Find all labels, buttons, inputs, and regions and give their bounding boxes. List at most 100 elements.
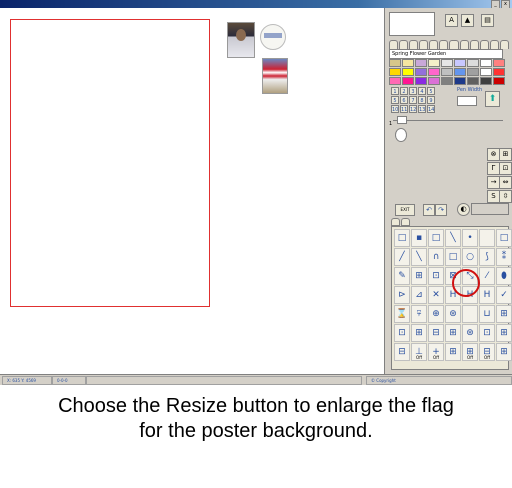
tool-button-27[interactable]: ✓: [496, 286, 512, 304]
redo-icon[interactable]: ↷: [435, 204, 447, 216]
tool-button-7[interactable]: ╱: [394, 248, 410, 266]
bulb-icon[interactable]: [395, 128, 407, 142]
tool-button-1[interactable]: ▪: [411, 229, 427, 247]
copy-icon[interactable]: ⊡: [499, 162, 512, 175]
plus-icon[interactable]: ⇳: [499, 190, 512, 203]
color-swatch[interactable]: [415, 68, 427, 76]
tool-button-37[interactable]: ⊟: [428, 324, 444, 342]
color-swatch[interactable]: [454, 59, 466, 67]
stamp-icon[interactable]: ⊞: [499, 148, 512, 161]
pen-size-button[interactable]: 8: [418, 96, 426, 104]
tool-button-48[interactable]: ⊞: [496, 343, 512, 361]
pen-size-button[interactable]: 4: [418, 87, 426, 95]
color-swatch[interactable]: [493, 77, 505, 85]
color-palette[interactable]: [389, 59, 509, 85]
color-swatch[interactable]: [493, 68, 505, 76]
color-swatch[interactable]: [428, 68, 440, 76]
pen-size-button[interactable]: 12: [409, 105, 417, 113]
poster-page[interactable]: [10, 19, 210, 307]
tool-button-9[interactable]: ∩: [428, 248, 444, 266]
color-swatch[interactable]: [467, 59, 479, 67]
tool-button-35[interactable]: ⊡: [394, 324, 410, 342]
pen-size-button[interactable]: 5: [391, 96, 399, 104]
pen-width-select[interactable]: [457, 96, 477, 106]
pen-size-button[interactable]: 1: [391, 87, 399, 95]
color-swatch[interactable]: [389, 59, 401, 67]
tool-button-41[interactable]: ⊞: [496, 324, 512, 342]
text-icon[interactable]: A: [445, 14, 458, 27]
tool-button-38[interactable]: ⊞: [445, 324, 461, 342]
flip-icon[interactable]: ⇔: [499, 176, 512, 189]
tool-button-19[interactable]: ⁄: [479, 267, 495, 285]
pen-size-button[interactable]: 14: [427, 105, 435, 113]
color-swatch[interactable]: [402, 68, 414, 76]
tool-button-4[interactable]: •: [462, 229, 478, 247]
color-swatch[interactable]: [480, 68, 492, 76]
color-swatch[interactable]: [428, 59, 440, 67]
palette-tabs[interactable]: [389, 40, 509, 49]
tool-button-40[interactable]: ⊡: [479, 324, 495, 342]
tool-button-0[interactable]: □: [394, 229, 410, 247]
color-swatch[interactable]: [441, 77, 453, 85]
color-swatch[interactable]: [402, 59, 414, 67]
tool-tabs[interactable]: [391, 218, 410, 226]
tool-button-10[interactable]: □: [445, 248, 461, 266]
color-swatch[interactable]: [389, 68, 401, 76]
tool-button-23[interactable]: ✕: [428, 286, 444, 304]
color-swatch[interactable]: [402, 77, 414, 85]
baseball-player-clipart[interactable]: [227, 22, 255, 58]
tool-button-13[interactable]: ⁑: [496, 248, 512, 266]
print-icon[interactable]: ▤: [481, 14, 494, 27]
pen-size-button[interactable]: 3: [409, 87, 417, 95]
tool-button-22[interactable]: ⊿: [411, 286, 427, 304]
tool-button-20[interactable]: ⬮: [496, 267, 512, 285]
pen-size-button[interactable]: 5: [427, 87, 435, 95]
pen-size-button[interactable]: 7: [409, 96, 417, 104]
tool-button-11[interactable]: ○: [462, 248, 478, 266]
pen-size-grid[interactable]: 1 2 3 4 5 5 6 7 8 9 10 11 12 13 14: [391, 87, 435, 113]
tool-button-32[interactable]: [462, 305, 478, 323]
color-swatch[interactable]: [467, 68, 479, 76]
tool-button-47[interactable]: ⊟ Off: [479, 343, 495, 361]
undo-icon[interactable]: ↶: [423, 204, 435, 216]
pen-size-button[interactable]: 10: [391, 105, 399, 113]
opacity-slider-track[interactable]: [393, 120, 503, 127]
tool-button-12[interactable]: ⟆: [479, 248, 495, 266]
input-box[interactable]: [471, 203, 509, 215]
pen-size-button[interactable]: 13: [418, 105, 426, 113]
mouse-icon[interactable]: ◐: [457, 203, 470, 216]
tool-button-45[interactable]: ⊞: [445, 343, 461, 361]
color-swatch[interactable]: [415, 59, 427, 67]
tool-button-46[interactable]: ⊞ Off: [462, 343, 478, 361]
flag-clipart[interactable]: [262, 58, 288, 94]
pen-size-button[interactable]: 6: [400, 96, 408, 104]
color-swatch[interactable]: [480, 77, 492, 85]
baseball-clipart[interactable]: [260, 24, 286, 50]
tool-button-8[interactable]: ╲: [411, 248, 427, 266]
pen-size-button[interactable]: 2: [400, 87, 408, 95]
tool-button-34[interactable]: ⊞: [496, 305, 512, 323]
tool-button-31[interactable]: ⊛: [445, 305, 461, 323]
color-swatch[interactable]: [389, 77, 401, 85]
tool-button-21[interactable]: ⊳: [394, 286, 410, 304]
tool-button-30[interactable]: ⊕: [428, 305, 444, 323]
color-icon[interactable]: ▲: [461, 14, 474, 27]
color-swatch[interactable]: [441, 68, 453, 76]
tool-button-36[interactable]: ⊞: [411, 324, 427, 342]
color-swatch[interactable]: [454, 68, 466, 76]
color-swatch[interactable]: [428, 77, 440, 85]
color-swatch[interactable]: [493, 59, 505, 67]
opacity-slider-thumb[interactable]: [397, 116, 407, 124]
tool-button-16[interactable]: ⊡: [428, 267, 444, 285]
tool-button-29[interactable]: ⍫: [411, 305, 427, 323]
color-swatch[interactable]: [415, 77, 427, 85]
color-swatch[interactable]: [480, 59, 492, 67]
tool-button-6[interactable]: □: [496, 229, 512, 247]
tool-button-15[interactable]: ⊞: [411, 267, 427, 285]
color-swatch[interactable]: [467, 77, 479, 85]
color-swatch[interactable]: [441, 59, 453, 67]
tool-button-42[interactable]: ⊟: [394, 343, 410, 361]
tool-button-5[interactable]: [479, 229, 495, 247]
tool-button-44[interactable]: + Off: [428, 343, 444, 361]
tool-button-39[interactable]: ⊛: [462, 324, 478, 342]
